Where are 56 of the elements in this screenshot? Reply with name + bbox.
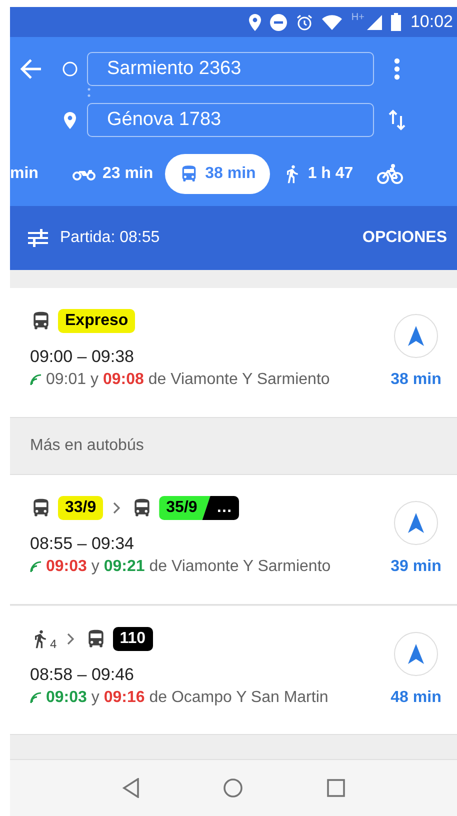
origin-field[interactable]: Sarmiento 2363: [87, 52, 374, 86]
route-duration: 48 min: [390, 689, 442, 707]
route-line-badge: Expreso: [58, 309, 136, 333]
route-dots-icon: [87, 87, 91, 98]
live-signal-icon: [30, 692, 42, 704]
departure-info: 09:01 y 09:08 de Viamonte Y Sarmiento: [46, 371, 330, 389]
swap-icon[interactable]: [388, 109, 406, 131]
destination-pin-icon: [64, 112, 76, 128]
chevron-icon: [66, 633, 75, 645]
navigate-button[interactable]: [394, 632, 438, 676]
wifi-icon: [322, 14, 342, 30]
route-duration: 39 min: [390, 558, 442, 576]
motorcycle-icon: [72, 167, 96, 181]
do-not-disturb-icon: [270, 14, 288, 30]
options-button[interactable]: OPCIONES: [362, 229, 447, 247]
route-times: 08:58 – 09:46: [30, 665, 135, 685]
clock: 10:02: [410, 12, 453, 32]
route-line-badge: 35/9: [159, 496, 210, 520]
route-card[interactable]: 4 110 08:58 – 09:46 09:03 y 09:16 de Ocampo Y San Martin 48 min: [10, 605, 457, 735]
walk-minutes: 4: [50, 637, 57, 651]
departure-info: 09:03 y 09:21 de Viamonte Y Sarmiento: [46, 558, 331, 576]
chevron-icon: [113, 502, 122, 514]
back-arrow-icon[interactable]: [20, 59, 42, 79]
cell-signal-icon: [367, 14, 382, 30]
navigation-arrow-icon: [407, 643, 425, 665]
navigation-arrow-icon: [407, 512, 425, 534]
recents-icon[interactable]: [327, 779, 346, 797]
route-line-badge: 110: [112, 627, 152, 651]
navigation-arrow-icon: [407, 325, 425, 347]
alarm-icon: [296, 14, 314, 30]
navigate-button[interactable]: [394, 314, 438, 358]
travel-mode-tab[interactable]: 38 min: [165, 154, 270, 194]
navigate-button[interactable]: [394, 501, 438, 545]
more-options-icon[interactable]: [394, 58, 400, 80]
route-times: 08:55 – 09:34: [30, 534, 135, 554]
departure-time: Partida: 08:55: [60, 229, 160, 247]
travel-mode-tab[interactable]: 23 min: [60, 154, 166, 194]
live-signal-icon: [30, 561, 42, 573]
departure-info: 09:03 y 09:16 de Ocampo Y San Martin: [46, 689, 328, 707]
location-pin-icon: [249, 14, 262, 30]
route-card[interactable]: 33/9 35/9 … 08:55 – 09:34 09:03 y 09:21 de Viamonte Y Sarmiento 39 min: [10, 475, 457, 605]
home-icon[interactable]: [223, 778, 244, 798]
route-line-badge: 33/9: [58, 496, 104, 520]
route-card[interactable]: Expreso 09:00 – 09:38 09:01 y 09:08 de Viamonte Y Sarmiento 38 min: [10, 288, 457, 418]
destination-field[interactable]: Génova 1783: [87, 103, 374, 137]
travel-mode-tab[interactable]: 1 h 47: [270, 154, 366, 194]
route-times: 09:00 – 09:38: [30, 347, 135, 367]
sliders-icon[interactable]: [28, 229, 48, 247]
network-type: H+: [351, 12, 364, 23]
back-icon[interactable]: [122, 778, 140, 798]
route-duration: 38 min: [390, 371, 442, 389]
travel-mode-tab[interactable]: min: [10, 154, 50, 194]
battery-icon: [391, 13, 402, 31]
origin-circle-icon: [62, 61, 78, 77]
live-signal-icon: [30, 374, 42, 386]
bicycle-icon: [377, 163, 404, 185]
